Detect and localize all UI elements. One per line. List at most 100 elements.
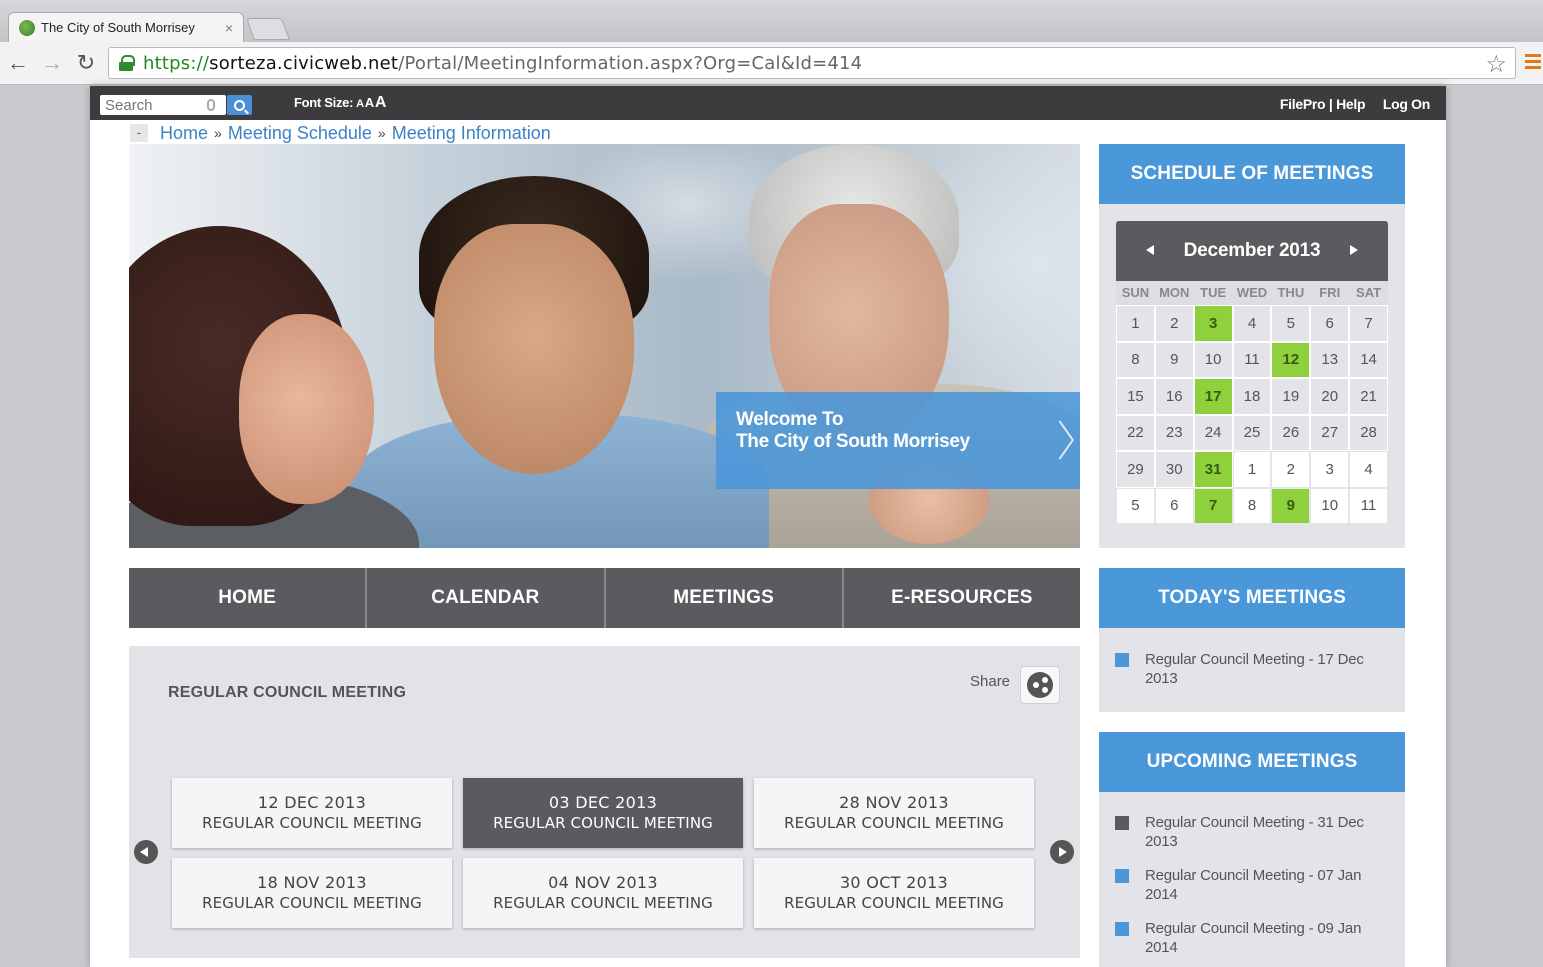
forward-arrow-icon[interactable]: → [38,50,66,76]
calendar-prev-month-icon[interactable] [1146,245,1154,255]
breadcrumb-meeting-information[interactable]: Meeting Information [392,123,551,144]
calendar-day[interactable]: 13 [1310,341,1350,378]
calendar-day[interactable]: 24 [1193,414,1233,451]
welcome-caption: Welcome To The City of South Morrisey [716,392,1080,489]
font-size-large-button[interactable]: A [375,94,387,111]
meeting-card-name: REGULAR COUNCIL MEETING [493,894,713,912]
share-button[interactable] [1020,666,1060,704]
meeting-card[interactable]: 30 OCT 2013 REGULAR COUNCIL MEETING [754,858,1034,928]
new-tab-button[interactable] [245,18,291,40]
calendar-day[interactable]: 5 [1116,487,1155,524]
calendar-day[interactable]: 1 [1116,305,1155,342]
calendar-day[interactable]: 15 [1116,378,1155,415]
nav-meetings[interactable]: MEETINGS [606,568,844,628]
meeting-card[interactable]: 04 NOV 2013 REGULAR COUNCIL MEETING [463,858,743,928]
calendar-day[interactable]: 5 [1271,305,1311,342]
upcoming-meetings-panel: Regular Council Meeting - 31 Dec 2013 Re… [1099,792,1405,967]
browser-tabstrip: The City of South Morrisey × [0,0,1543,42]
microphone-icon[interactable] [207,99,215,111]
url-text[interactable]: https://sorteza.civicweb.net/Portal/Meet… [143,53,862,74]
calendar-day[interactable]: 11 [1349,487,1388,524]
calendar-day[interactable]: 19 [1271,378,1311,415]
calendar-day[interactable]: 14 [1349,341,1388,378]
meeting-card[interactable]: 12 DEC 2013 REGULAR COUNCIL MEETING [172,778,452,848]
search-button[interactable] [227,95,252,115]
font-size-small-button[interactable]: A [356,98,364,110]
meeting-bullet-icon [1115,922,1129,936]
upcoming-meeting-item[interactable]: Regular Council Meeting - 31 Dec 2013 [1099,813,1405,851]
calendar-day-with-meeting[interactable]: 31 [1193,451,1233,488]
upcoming-meeting-item[interactable]: Regular Council Meeting - 07 Jan 2014 [1099,866,1405,904]
meeting-bullet-icon [1115,816,1129,830]
address-bar[interactable]: https://sorteza.civicweb.net/Portal/Meet… [108,47,1516,79]
calendar-day[interactable]: 3 [1310,451,1350,488]
search-input[interactable] [105,96,205,114]
browser-menu-icon[interactable] [1525,54,1541,70]
nav-home[interactable]: HOME [129,568,368,628]
nav-e-resources[interactable]: E-RESOURCES [844,568,1080,628]
calendar-day[interactable]: 9 [1154,341,1194,378]
breadcrumb-collapse-button[interactable]: - [130,124,148,142]
calendar-day[interactable]: 6 [1310,305,1350,342]
calendar-weekday-wed: WED [1236,285,1268,300]
calendar-day[interactable]: 20 [1310,378,1350,415]
calendar-day[interactable]: 8 [1116,341,1155,378]
calendar-day[interactable]: 7 [1349,305,1388,342]
calendar-grid: SUN MON TUE WED THU FRI SAT 1 2 3 4 5 6 7 8 9 10 11 12 13 1… [1116,281,1388,524]
calendar-day-with-meeting[interactable]: 17 [1193,378,1233,415]
calendar-day[interactable]: 16 [1154,378,1194,415]
calendar-days: 1 2 3 4 5 6 7 8 9 10 11 12 13 14 15 16 17 18 19 20 21 22 23 24 2… [1116,305,1388,524]
upcoming-meeting-item[interactable]: Regular Council Meeting - 09 Jan 2014 [1099,919,1405,957]
calendar-day[interactable]: 21 [1349,378,1388,415]
calendar-day[interactable]: 22 [1116,414,1155,451]
reload-icon[interactable]: ↻ [72,50,100,76]
main-navigation: HOME CALENDAR MEETINGS E-RESOURCES [129,568,1080,628]
welcome-line-2: The City of South Morrisey [736,431,970,452]
meeting-card[interactable]: 18 NOV 2013 REGULAR COUNCIL MEETING [172,858,452,928]
calendar-day-with-meeting[interactable]: 3 [1193,305,1233,342]
calendar-day[interactable]: 1 [1232,451,1272,488]
tab-title: The City of South Morrisey [41,20,195,35]
calendar-day[interactable]: 2 [1271,451,1311,488]
breadcrumb-home[interactable]: Home [160,123,208,144]
calendar-day[interactable]: 10 [1193,341,1233,378]
next-meetings-arrow-icon[interactable] [1050,840,1074,864]
calendar-weekday-mon: MON [1159,285,1190,300]
calendar-day[interactable]: 6 [1154,487,1194,524]
lock-icon [119,55,135,71]
calendar-day[interactable]: 25 [1232,414,1272,451]
filepro-help-link[interactable]: FilePro | Help [1280,96,1366,112]
close-tab-icon[interactable]: × [225,20,233,36]
meeting-card[interactable]: 28 NOV 2013 REGULAR COUNCIL MEETING [754,778,1034,848]
calendar-day[interactable]: 8 [1232,487,1272,524]
calendar-day[interactable]: 28 [1349,414,1388,451]
calendar-day[interactable]: 29 [1116,451,1155,488]
breadcrumb-meeting-schedule[interactable]: Meeting Schedule [228,123,372,144]
calendar-day-with-meeting[interactable]: 9 [1271,487,1311,524]
log-on-link[interactable]: Log On [1383,96,1430,112]
calendar-next-month-icon[interactable] [1350,245,1358,255]
font-size-medium-button[interactable]: A [365,95,374,110]
todays-meeting-item[interactable]: Regular Council Meeting - 17 Dec 2013 [1099,650,1405,688]
calendar-day[interactable]: 26 [1271,414,1311,451]
meeting-bullet-icon [1115,653,1129,667]
calendar-day[interactable]: 2 [1154,305,1194,342]
meeting-card[interactable]: 03 DEC 2013 REGULAR COUNCIL MEETING [463,778,743,848]
calendar-day[interactable]: 10 [1310,487,1350,524]
calendar-day[interactable]: 4 [1349,451,1388,488]
browser-tab[interactable]: The City of South Morrisey × [8,12,244,42]
slide-next-chevron-icon[interactable] [1056,420,1072,460]
calendar-day[interactable]: 18 [1232,378,1272,415]
back-arrow-icon[interactable]: ← [4,50,32,76]
calendar-day[interactable]: 23 [1154,414,1194,451]
calendar-day-with-meeting[interactable]: 12 [1271,341,1311,378]
nav-calendar[interactable]: CALENDAR [367,568,606,628]
calendar-day[interactable]: 4 [1232,305,1272,342]
calendar-day[interactable]: 27 [1310,414,1350,451]
previous-meetings-arrow-icon[interactable] [134,840,158,864]
calendar-day[interactable]: 30 [1154,451,1194,488]
calendar-day[interactable]: 11 [1232,341,1272,378]
font-size-label: Font Size: [294,95,354,110]
bookmark-star-icon[interactable]: ☆ [1485,50,1507,79]
calendar-day-with-meeting[interactable]: 7 [1193,487,1233,524]
